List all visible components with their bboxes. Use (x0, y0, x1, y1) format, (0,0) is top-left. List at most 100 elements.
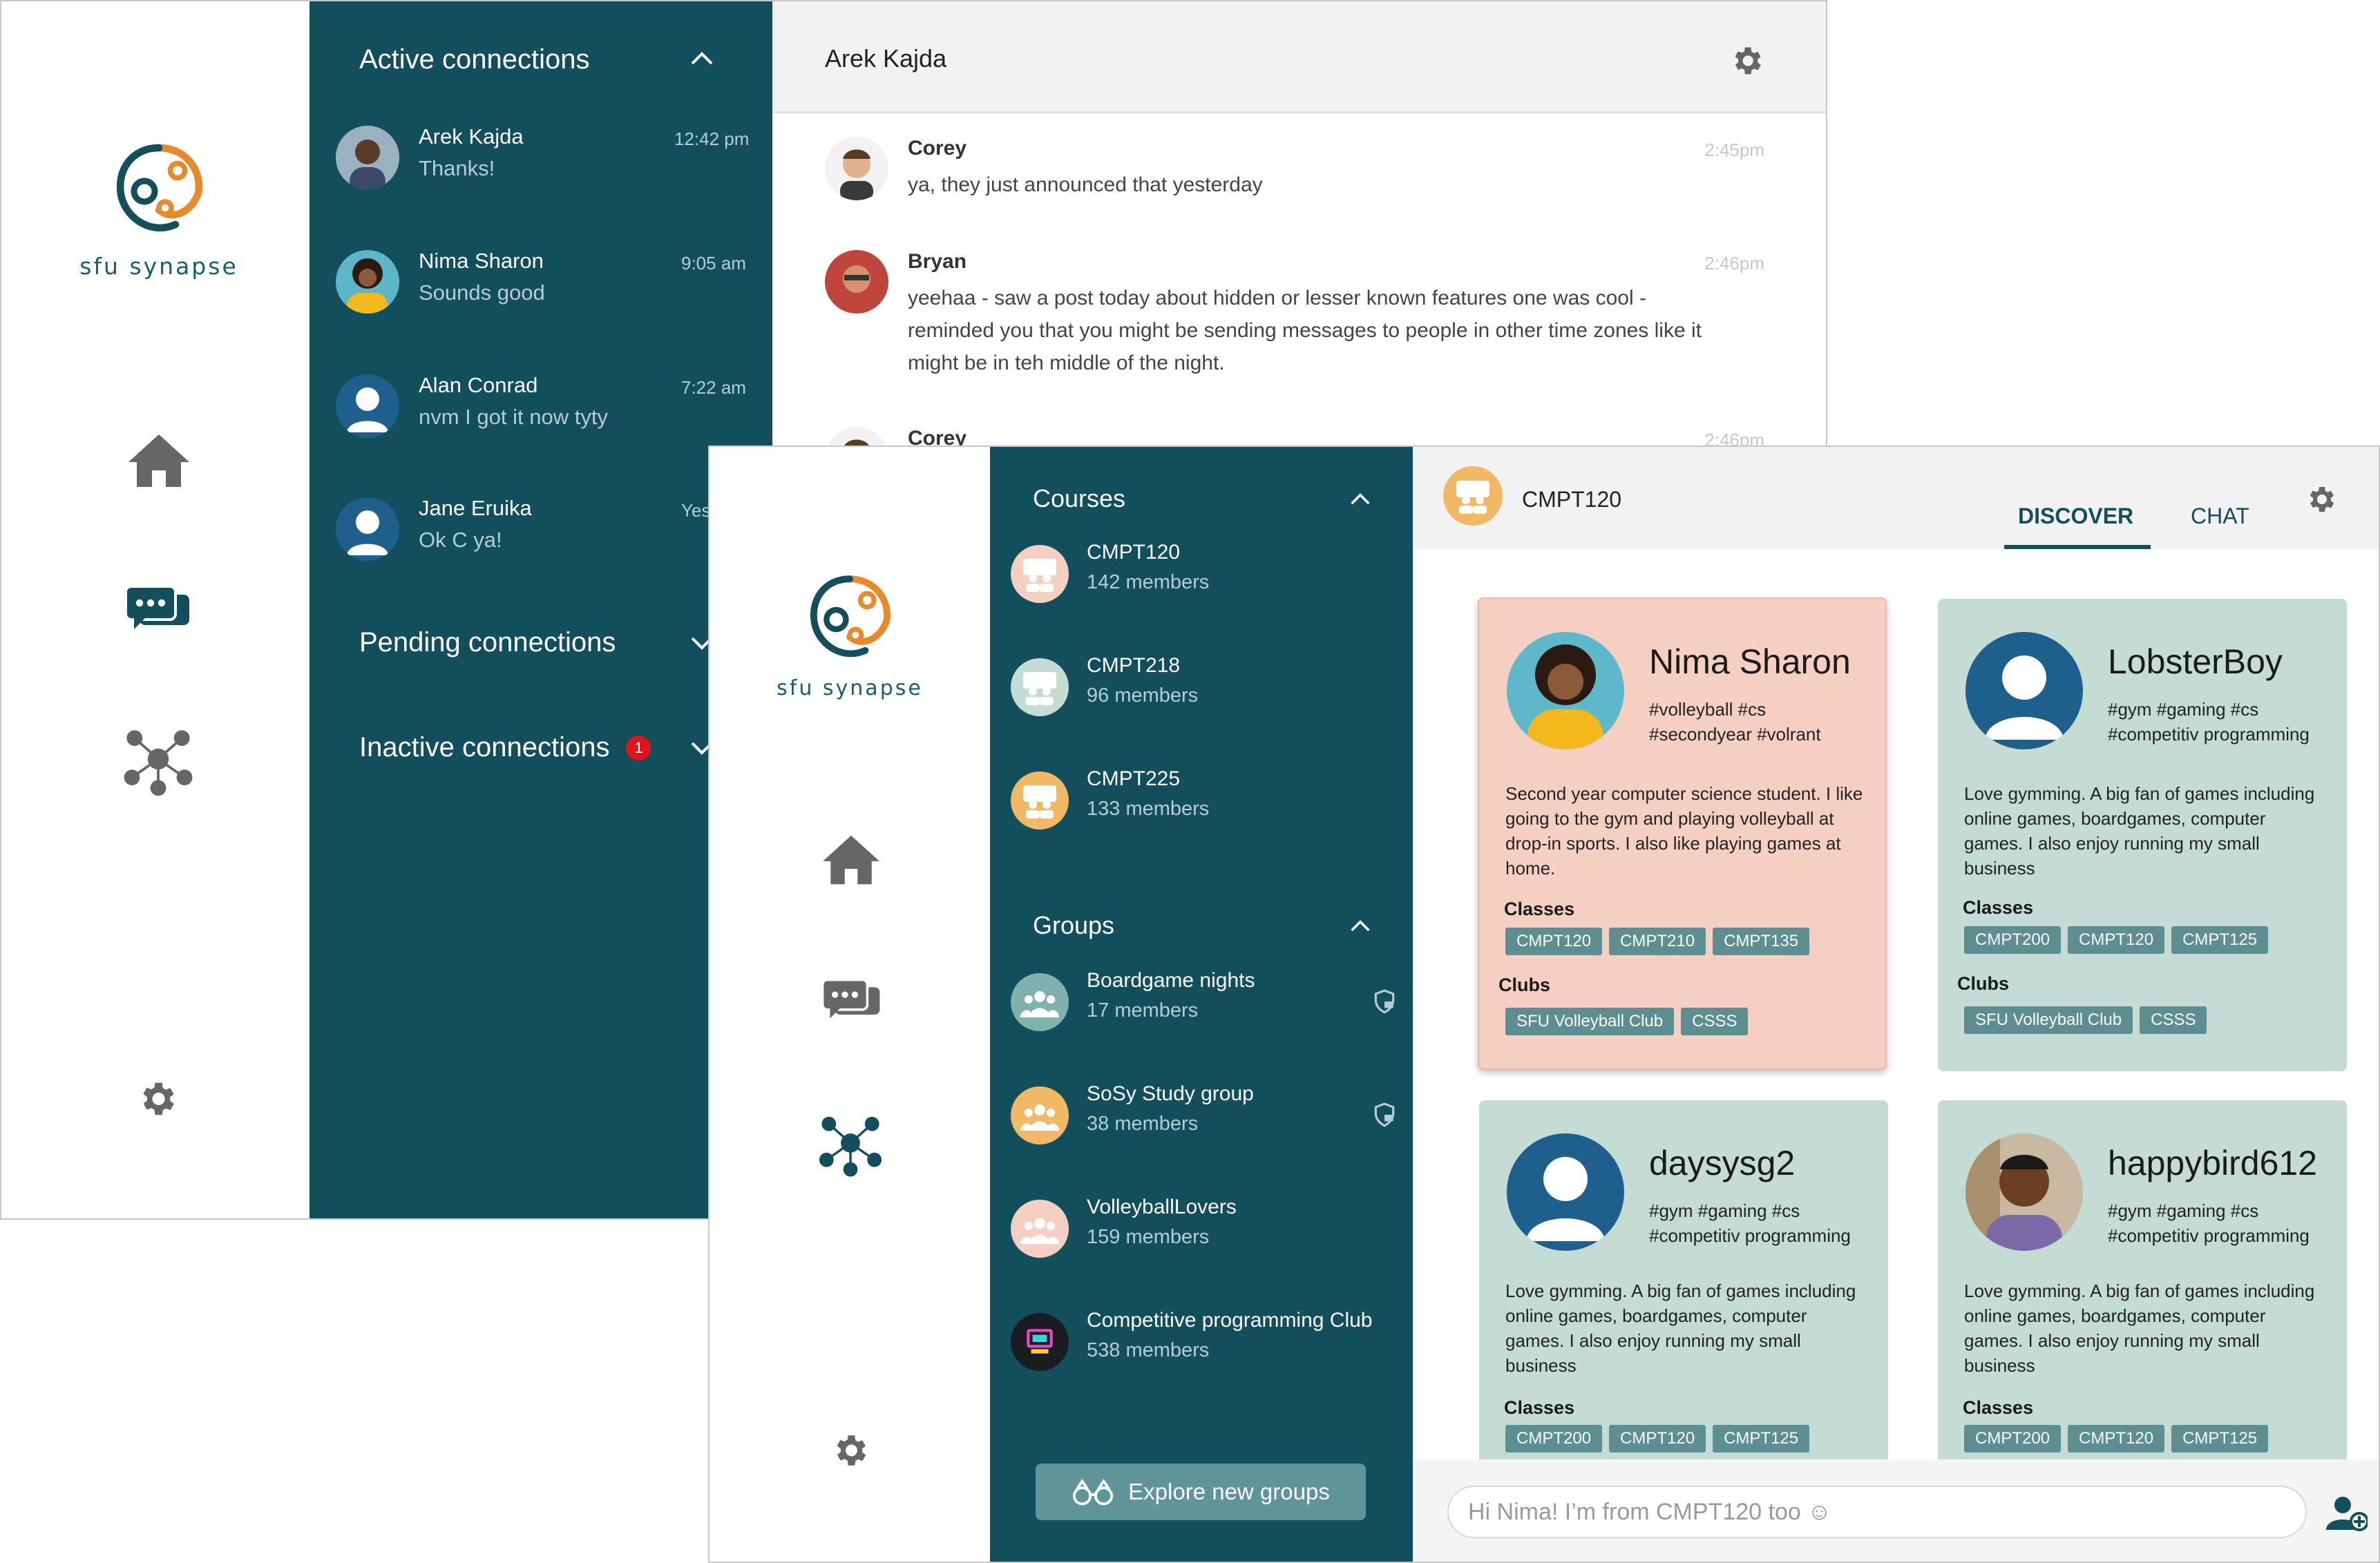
home-icon[interactable] (820, 832, 882, 888)
course-title: CMPT120 (1522, 487, 1622, 512)
member-count: 17 members (1087, 999, 1199, 1022)
course-item[interactable]: CMPT120 142 members (1011, 541, 1398, 617)
chat-header: Arek Kajda (772, 1, 1826, 113)
course-name: CMPT225 (1087, 767, 1181, 790)
conversation-item[interactable]: Arek Kajda Thanks! 12:42 pm (336, 119, 771, 202)
home-icon[interactable] (126, 430, 192, 492)
group-item[interactable]: Boardgame nights 17 members (1011, 969, 1398, 1045)
profile-photo (1965, 632, 2083, 749)
profile-card[interactable]: Nima Sharon #volleyball #cs #secondyear … (1478, 597, 1887, 1070)
class-chip[interactable]: CMPT120 (2068, 1425, 2165, 1452)
course-item[interactable]: CMPT225 133 members (1011, 767, 1398, 843)
group-item[interactable]: SoSy Study group 38 members (1011, 1082, 1398, 1158)
course-item[interactable]: CMPT218 96 members (1011, 654, 1398, 730)
synapse-logo-icon (117, 144, 203, 232)
classes-label: Classes (1504, 899, 1575, 919)
classes-chips: CMPT200 CMPT120 CMPT125 (1505, 1425, 1810, 1452)
profile-card[interactable]: LobsterBoy #gym #gaming #cs #competitiv … (1938, 599, 2347, 1071)
discover-window: sfu synapse Courses CMPT120 142 members … (708, 445, 2380, 1563)
explore-groups-button[interactable]: Explore new groups (1036, 1464, 1366, 1520)
tab-chat[interactable]: CHAT (2191, 504, 2249, 529)
group-avatar-icon (1011, 545, 1069, 603)
club-chip[interactable]: SFU Volleyball Club (1964, 1006, 2133, 1034)
avatar (825, 250, 888, 314)
course-avatar-icon (1443, 466, 1503, 526)
network-icon[interactable] (119, 720, 198, 798)
profile-tags: #volleyball #cs #secondyear #volrant (1649, 699, 1821, 745)
brand-name: sfu synapse (777, 676, 923, 700)
class-chip[interactable]: CMPT125 (2171, 926, 2269, 954)
last-message: nvm I got it now tyty (419, 405, 608, 429)
settings-icon[interactable] (828, 1429, 871, 1472)
settings-icon[interactable] (1729, 43, 1764, 79)
contact-name: Jane Eruika (419, 496, 532, 520)
group-name: Boardgame nights (1087, 969, 1255, 992)
group-item[interactable]: VolleyballLovers 159 members (1011, 1196, 1398, 1272)
pending-connections-heading[interactable]: Pending connections (359, 627, 616, 658)
classes-label: Classes (1963, 897, 2034, 918)
clubs-label: Clubs (1957, 973, 2010, 994)
class-chip[interactable]: CMPT200 (1505, 1425, 1603, 1452)
course-name: CMPT218 (1087, 654, 1181, 677)
conversation-item[interactable]: Jane Eruika Ok C ya! Yesterday (336, 490, 771, 573)
group-avatar-icon (1011, 1086, 1069, 1144)
chevron-up-icon[interactable] (1349, 918, 1371, 933)
active-connections-heading[interactable]: Active connections (359, 44, 590, 75)
compose-bar: Hi Nima! I’m from CMPT120 too ☺ (1413, 1459, 2379, 1562)
chevron-up-icon[interactable] (1349, 491, 1371, 506)
class-chip[interactable]: CMPT200 (1964, 926, 2062, 954)
profile-photo (1507, 632, 1624, 749)
group-name: SoSy Study group (1087, 1082, 1254, 1105)
club-chip[interactable]: SFU Volleyball Club (1505, 1008, 1675, 1035)
chat-icon[interactable] (820, 976, 882, 1028)
add-friend-icon[interactable] (2326, 1494, 2368, 1533)
groups-heading[interactable]: Groups (1033, 911, 1114, 940)
profile-bio: Love gymming. A big fan of games includi… (1964, 783, 2315, 879)
discover-main: CMPT120 DISCOVER CHAT Nima Sharon #volle… (1413, 447, 2379, 1562)
connections-panel: Active connections Arek Kajda Thanks! 12… (310, 1, 772, 1218)
private-shield-icon (1374, 989, 1395, 1014)
class-chip[interactable]: CMPT125 (2171, 1425, 2269, 1452)
message-text: yeehaa - saw a post today about hidden o… (908, 287, 1702, 374)
club-chip[interactable]: CSSS (1681, 1008, 1749, 1035)
member-count: 142 members (1087, 571, 1210, 593)
nav-rail: sfu synapse (1, 1, 310, 1218)
explore-groups-label: Explore new groups (1128, 1479, 1330, 1504)
group-item[interactable]: Competitive programming Club 538 members (1011, 1309, 1398, 1385)
classes-chips: CMPT200 CMPT120 CMPT125 (1964, 926, 2269, 954)
chevron-up-icon[interactable] (689, 50, 714, 66)
class-chip[interactable]: CMPT120 (2068, 926, 2165, 954)
class-chip[interactable]: CMPT120 (1505, 928, 1603, 955)
class-chip[interactable]: CMPT200 (1964, 1425, 2062, 1452)
conversation-item[interactable]: Nima Sharon Sounds good 9:05 am (336, 243, 771, 326)
profile-bio: Love gymming. A big fan of games includi… (1964, 1281, 2315, 1376)
message-input[interactable]: Hi Nima! I’m from CMPT120 too ☺ (1447, 1486, 2307, 1538)
class-chip[interactable]: CMPT120 (1609, 1425, 1706, 1452)
inactive-connections-heading[interactable]: Inactive connections 1 (359, 732, 651, 763)
club-chip[interactable]: CSSS (2140, 1006, 2207, 1034)
profile-bio: Second year computer science student. I … (1505, 783, 1863, 879)
profile-name: Nima Sharon (1649, 642, 1851, 681)
settings-icon[interactable] (134, 1076, 180, 1122)
network-icon[interactable] (815, 1107, 886, 1179)
profile-photo (1965, 1133, 2083, 1251)
classes-chips: CMPT200 CMPT120 CMPT125 (1964, 1425, 2269, 1452)
courses-heading[interactable]: Courses (1033, 484, 1125, 513)
message-text: ya, they just announced that yesterday (908, 173, 1263, 196)
chat-icon[interactable] (123, 582, 192, 641)
brand-logo: sfu synapse (758, 571, 942, 700)
contact-name: Alan Conrad (419, 373, 538, 397)
member-count: 538 members (1087, 1339, 1210, 1361)
profile-tags: #gym #gaming #cs #competitiv programming (2108, 699, 2310, 745)
group-avatar-icon (1011, 771, 1069, 830)
class-chip[interactable]: CMPT125 (1713, 1425, 1810, 1452)
synapse-logo-icon (810, 575, 891, 658)
settings-icon[interactable] (2304, 483, 2337, 516)
class-chip[interactable]: CMPT210 (1609, 928, 1706, 955)
tab-discover[interactable]: DISCOVER (2018, 504, 2133, 529)
conversation-item[interactable]: Alan Conrad nvm I got it now tyty 7:22 a… (336, 367, 771, 450)
profile-tags: #gym #gaming #cs #competitiv programming (2108, 1200, 2310, 1246)
contact-name: Arek Kajda (419, 124, 524, 148)
private-shield-icon (1374, 1102, 1395, 1127)
class-chip[interactable]: CMPT135 (1713, 928, 1810, 955)
